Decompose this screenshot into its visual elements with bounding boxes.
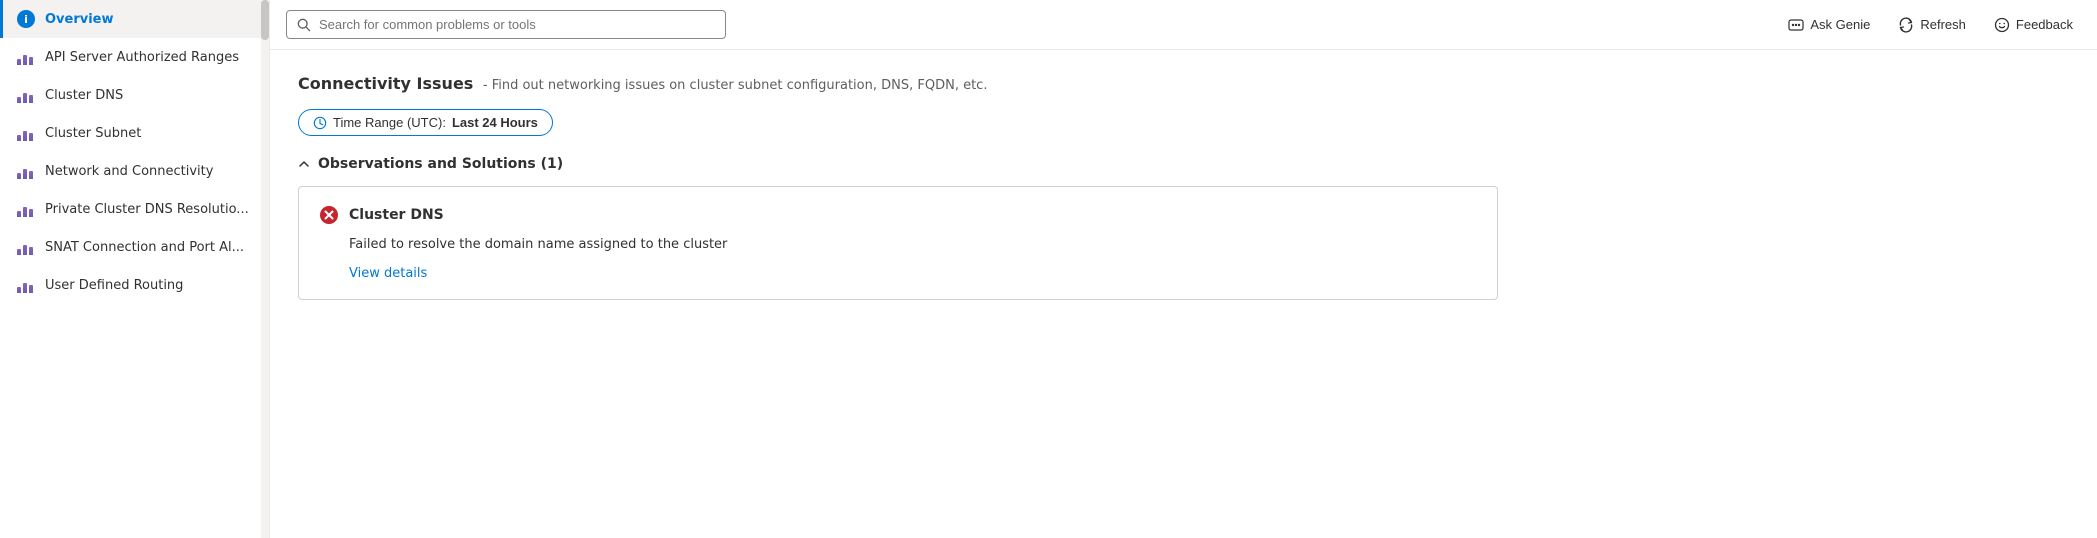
main-content: Ask Genie Refresh <box>270 0 2097 538</box>
sidebar: i Overview API Server Authorized Ranges … <box>0 0 270 538</box>
page-title: Connectivity Issues - Find out networkin… <box>298 74 2069 93</box>
time-range-button[interactable]: Time Range (UTC): Last 24 Hours <box>298 109 553 136</box>
search-icon <box>297 18 311 32</box>
clock-icon <box>313 116 327 130</box>
ask-genie-label: Ask Genie <box>1810 17 1870 32</box>
card-title: Cluster DNS <box>349 207 444 223</box>
sidebar-item-overview[interactable]: i Overview <box>0 0 269 38</box>
sidebar-item-label: Cluster DNS <box>45 88 123 103</box>
sidebar-item-api-server[interactable]: API Server Authorized Ranges <box>0 38 269 76</box>
bar-chart-icon <box>17 86 35 104</box>
search-input[interactable] <box>319 17 715 32</box>
sidebar-item-label: Network and Connectivity <box>45 164 213 179</box>
search-box[interactable] <box>286 10 726 39</box>
card-description: Failed to resolve the domain name assign… <box>319 237 1477 252</box>
feedback-label: Feedback <box>2016 17 2073 32</box>
scroll-thumb[interactable] <box>261 0 269 40</box>
sidebar-item-label: User Defined Routing <box>45 278 183 293</box>
refresh-button[interactable]: Refresh <box>1890 13 1974 37</box>
sidebar-item-label: API Server Authorized Ranges <box>45 50 239 65</box>
error-icon <box>319 205 339 225</box>
sidebar-item-label: Private Cluster DNS Resolutio... <box>45 202 249 217</box>
refresh-label: Refresh <box>1920 17 1966 32</box>
bar-chart-icon <box>17 162 35 180</box>
content-area: Connectivity Issues - Find out networkin… <box>270 50 2097 538</box>
info-icon: i <box>17 10 35 28</box>
sidebar-item-label: Overview <box>45 12 114 27</box>
view-details-link[interactable]: View details <box>319 266 427 281</box>
feedback-button[interactable]: Feedback <box>1986 13 2081 37</box>
ask-genie-icon <box>1788 17 1804 33</box>
feedback-icon <box>1994 17 2010 33</box>
sidebar-item-network-connectivity[interactable]: Network and Connectivity <box>0 152 269 190</box>
section-title: Observations and Solutions (1) <box>318 156 563 172</box>
sidebar-item-label: Cluster Subnet <box>45 126 141 141</box>
refresh-icon <box>1898 17 1914 33</box>
bar-chart-icon <box>17 238 35 256</box>
sidebar-item-user-defined[interactable]: User Defined Routing <box>0 266 269 304</box>
observation-card: Cluster DNS Failed to resolve the domain… <box>298 186 1498 300</box>
bar-chart-icon <box>17 48 35 66</box>
ask-genie-button[interactable]: Ask Genie <box>1780 13 1878 37</box>
chevron-up-icon <box>298 158 310 170</box>
bar-chart-icon <box>17 200 35 218</box>
scroll-indicator <box>261 0 269 538</box>
sidebar-item-cluster-subnet[interactable]: Cluster Subnet <box>0 114 269 152</box>
sidebar-item-private-cluster[interactable]: Private Cluster DNS Resolutio... <box>0 190 269 228</box>
card-title-row: Cluster DNS <box>319 205 1477 225</box>
bar-chart-icon <box>17 124 35 142</box>
toolbar: Ask Genie Refresh <box>270 0 2097 50</box>
sidebar-item-snat[interactable]: SNAT Connection and Port Al... <box>0 228 269 266</box>
page-subtitle: - Find out networking issues on cluster … <box>483 78 988 93</box>
section-header[interactable]: Observations and Solutions (1) <box>298 156 2069 172</box>
sidebar-item-cluster-dns[interactable]: Cluster DNS <box>0 76 269 114</box>
time-range-label: Time Range (UTC): <box>333 115 446 130</box>
bar-chart-icon <box>17 276 35 294</box>
time-range-value: Last 24 Hours <box>452 115 538 130</box>
sidebar-item-label: SNAT Connection and Port Al... <box>45 240 244 255</box>
